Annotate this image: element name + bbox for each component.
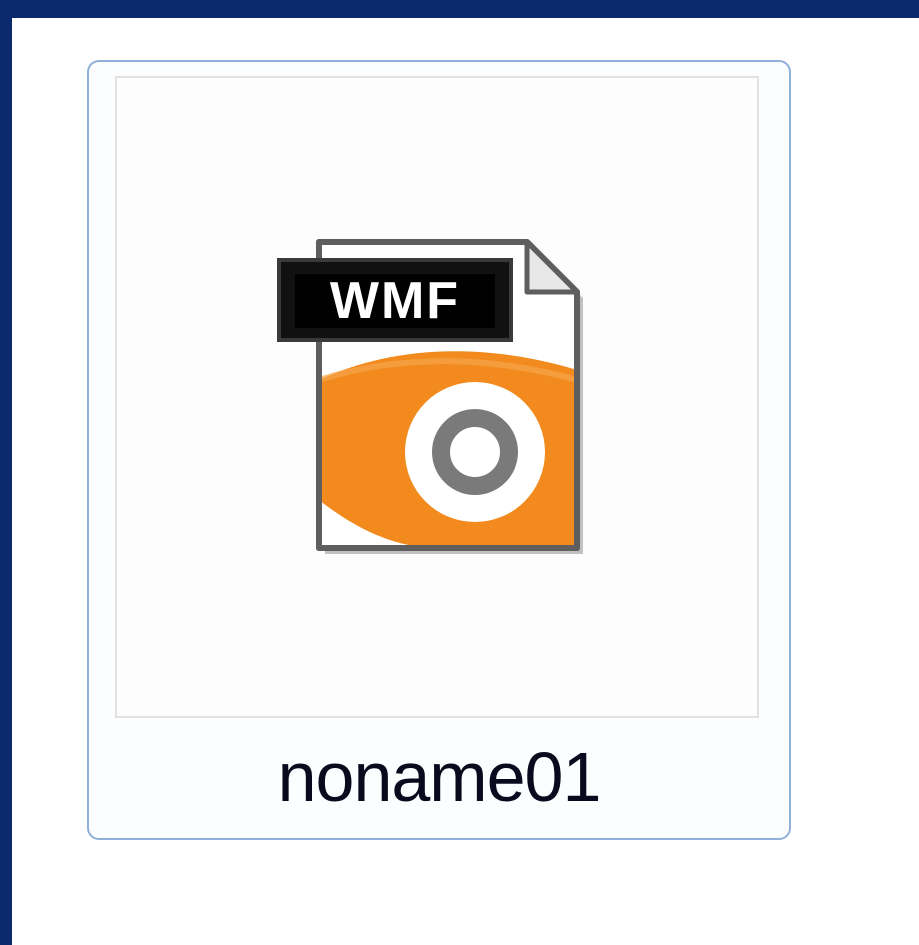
- file-type-badge-text: WMF: [330, 272, 460, 330]
- window-frame: WMF noname01: [0, 0, 919, 945]
- file-thumbnail-frame: WMF: [115, 76, 759, 718]
- file-item-noname01[interactable]: WMF noname01: [87, 60, 791, 840]
- file-name-label: noname01: [277, 738, 602, 816]
- file-view-area: WMF noname01: [12, 18, 919, 945]
- wmf-file-icon: WMF: [277, 239, 583, 554]
